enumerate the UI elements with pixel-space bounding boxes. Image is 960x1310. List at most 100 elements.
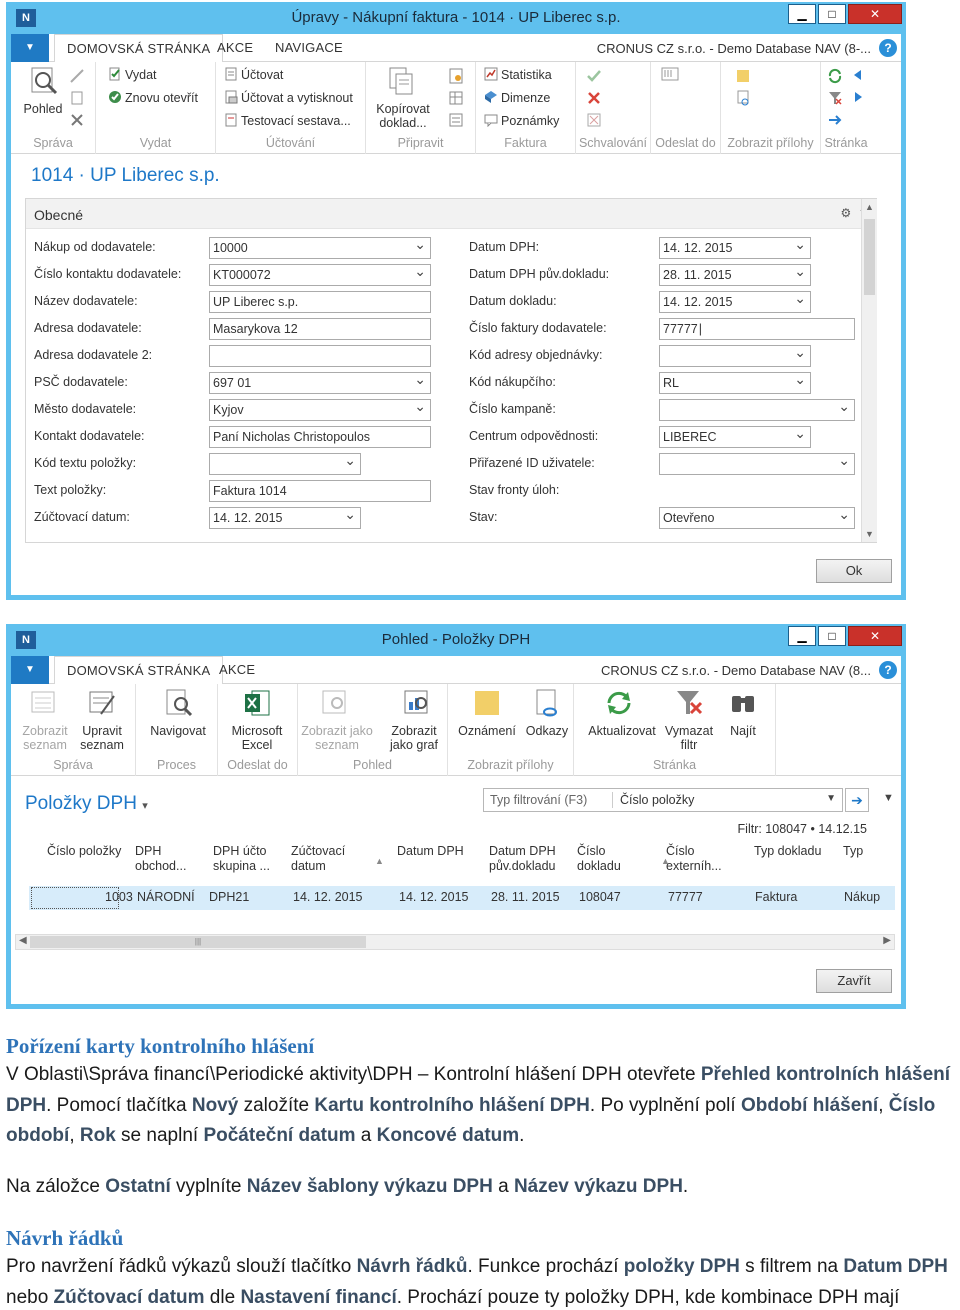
dropdown-chevron-icon[interactable]: ⌄: [794, 265, 806, 281]
table-cell[interactable]: Faktura: [755, 890, 797, 904]
clear-filter-button[interactable]: Vymazat filtr: [662, 724, 716, 752]
release-button[interactable]: Vydat: [108, 67, 157, 82]
field-input[interactable]: ⌄: [659, 399, 855, 421]
reject-icon[interactable]: [586, 90, 602, 106]
excel-button[interactable]: Microsoft Excel: [222, 724, 292, 752]
dropdown-chevron-icon[interactable]: ⌄: [838, 508, 850, 524]
dropdown-chevron-icon[interactable]: ⌄: [794, 292, 806, 308]
notifications-button[interactable]: Oznámení: [452, 724, 522, 738]
field-input[interactable]: LIBEREC ⌄: [659, 426, 811, 448]
minimize-button[interactable]: ▁: [788, 626, 816, 646]
previous-record-icon[interactable]: [851, 68, 865, 82]
maximize-button[interactable]: □: [818, 4, 846, 24]
column-header[interactable]: Datum DPH: [397, 844, 464, 859]
dimensions-button[interactable]: Dimenze: [484, 90, 550, 105]
find-button[interactable]: Najít: [720, 724, 766, 738]
table-cell[interactable]: Nákup: [844, 890, 880, 904]
delegate-icon[interactable]: [586, 112, 602, 128]
column-header[interactable]: Zúčtovací datum: [291, 844, 345, 874]
next-record-icon[interactable]: [851, 90, 865, 104]
table-cell[interactable]: 14. 12. 2015: [293, 890, 363, 904]
tab-actions[interactable]: AKCE: [219, 662, 255, 677]
maximize-button[interactable]: □: [818, 626, 846, 646]
notes-button[interactable]: Poznámky: [484, 113, 559, 128]
table-cell[interactable]: 1003: [105, 890, 133, 904]
column-header[interactable]: Číslo externíh...: [666, 844, 722, 874]
filter-type-input[interactable]: Typ filtrování (F3): [490, 793, 587, 807]
dropdown-chevron-icon[interactable]: ⌄: [414, 373, 426, 389]
dropdown-chevron-icon[interactable]: ⌄: [794, 346, 806, 362]
settings-icon[interactable]: ⚙: [841, 206, 852, 220]
dropdown-chevron-icon[interactable]: ⌄: [344, 454, 356, 470]
dropdown-chevron-icon[interactable]: ⌄: [414, 265, 426, 281]
horizontal-scrollbar[interactable]: ◀ ||| ▶: [15, 934, 895, 950]
column-header[interactable]: Číslo dokladu: [577, 844, 621, 874]
field-input[interactable]: KT000072 ⌄: [209, 264, 431, 286]
company-name[interactable]: CRONUS CZ s.r.o. - Demo Database NAV (8-…: [597, 41, 871, 56]
table-cell[interactable]: 28. 11. 2015: [491, 890, 560, 904]
company-name[interactable]: CRONUS CZ s.r.o. - Demo Database NAV (8.…: [601, 663, 871, 678]
field-input[interactable]: 14. 12. 2015 ⌄: [659, 237, 811, 259]
dropdown-chevron-icon[interactable]: ⌄: [794, 373, 806, 389]
field-input[interactable]: ⌄: [209, 453, 361, 475]
scroll-left-icon[interactable]: ◀: [19, 935, 27, 946]
field-input[interactable]: 697 01 ⌄: [209, 372, 431, 394]
close-window-button[interactable]: ✕: [848, 4, 902, 24]
show-as-chart-button[interactable]: Zobrazit jako graf: [380, 724, 448, 752]
scrollbar-thumb[interactable]: |||: [30, 936, 366, 948]
column-header[interactable]: DPH účto skupina ...: [213, 844, 270, 874]
table-cell[interactable]: 14. 12. 2015: [399, 890, 469, 904]
filter-field-dropdown-icon[interactable]: ▼: [826, 793, 836, 804]
field-input[interactable]: Masarykova 12: [209, 318, 431, 340]
help-icon[interactable]: ?: [879, 39, 897, 57]
scrollbar-thumb[interactable]: [864, 219, 875, 295]
tab-home[interactable]: DOMOVSKÁ STRÁNKA: [54, 656, 224, 685]
page-title[interactable]: Položky DPH ▾: [25, 793, 148, 815]
tab-navigate[interactable]: NAVIGACE: [275, 40, 343, 55]
table-row[interactable]: 1003 NÁRODNÍ DPH21 14. 12. 2015 14. 12. 2015…: [29, 886, 895, 910]
dropdown-chevron-icon[interactable]: ⌄: [838, 400, 850, 416]
app-menu-button[interactable]: ▼: [11, 34, 49, 62]
column-header[interactable]: Typ dokladu: [754, 844, 821, 859]
reopen-button[interactable]: Znovu otevřít: [108, 90, 198, 105]
goto-icon[interactable]: [827, 112, 843, 128]
dropdown-chevron-icon[interactable]: ⌄: [344, 508, 356, 524]
dropdown-chevron-icon[interactable]: ⌄: [414, 238, 426, 254]
field-input[interactable]: Kyjov ⌄: [209, 399, 431, 421]
field-input[interactable]: 28. 11. 2015 ⌄: [659, 264, 811, 286]
delete-icon[interactable]: [69, 112, 85, 128]
table-cell[interactable]: DPH21: [209, 890, 249, 904]
field-input[interactable]: UP Liberec s.p.: [209, 291, 431, 313]
close-window-button[interactable]: ✕: [848, 626, 902, 646]
field-input[interactable]: Paní Nicholas Christopoulos: [209, 426, 431, 448]
dropdown-chevron-icon[interactable]: ⌄: [794, 427, 806, 443]
statistics-button[interactable]: Statistika: [484, 67, 552, 82]
table-cell[interactable]: 108047: [579, 890, 621, 904]
column-header[interactable]: Datum DPH pův.dokladu: [489, 844, 556, 874]
link-icon[interactable]: [735, 90, 751, 106]
minimize-button[interactable]: ▁: [788, 4, 816, 24]
dropdown-chevron-icon[interactable]: ⌄: [414, 400, 426, 416]
links-button[interactable]: Odkazy: [520, 724, 574, 738]
filter-box[interactable]: Typ filtrování (F3) Číslo položky ▼: [483, 788, 843, 812]
approve-icon[interactable]: [586, 68, 602, 84]
notification-icon[interactable]: [735, 68, 751, 84]
field-input[interactable]: 14. 12. 2015 ⌄: [209, 507, 361, 529]
help-icon[interactable]: ?: [879, 661, 897, 679]
table-cell[interactable]: 77777: [668, 890, 703, 904]
filter-field-select[interactable]: Číslo položky: [620, 793, 694, 807]
field-input[interactable]: Otevřeno ⌄: [659, 507, 855, 529]
copy-document-button[interactable]: Kopírovat doklad...: [368, 102, 438, 130]
refresh-icon[interactable]: [827, 68, 843, 84]
attach-icon[interactable]: [661, 66, 679, 82]
test-report-button[interactable]: Testovací sestava...: [224, 113, 351, 128]
field-input[interactable]: 14. 12. 2015 ⌄: [659, 291, 811, 313]
clear-filter-icon[interactable]: [827, 90, 843, 106]
lines-icon[interactable]: [448, 112, 464, 128]
refresh-button[interactable]: Aktualizovat: [580, 724, 664, 738]
post-button[interactable]: Účtovat: [224, 67, 283, 82]
edit-pencil-icon[interactable]: [69, 68, 85, 84]
column-header[interactable]: DPH obchod...: [135, 844, 186, 874]
field-input[interactable]: RL ⌄: [659, 372, 811, 394]
expand-filter-icon[interactable]: ▼: [883, 792, 894, 804]
